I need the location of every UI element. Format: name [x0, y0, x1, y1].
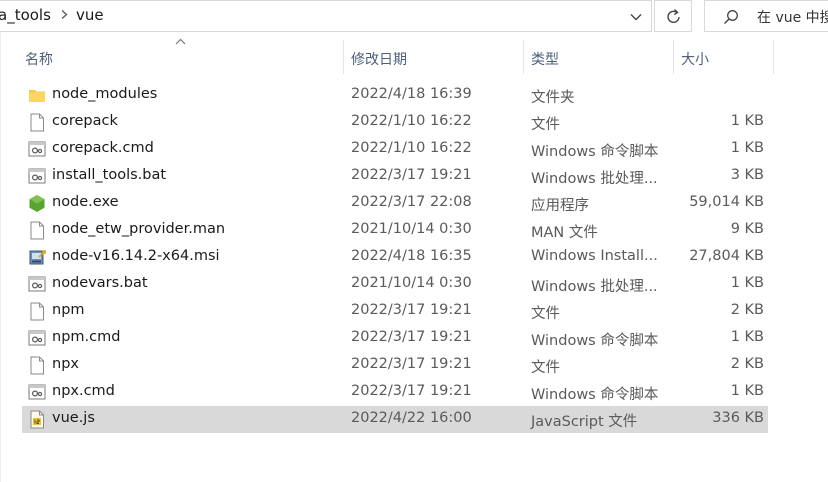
file-date: 2022/3/17 19:21 [351, 329, 472, 345]
column-header-size-label: 大小 [681, 52, 709, 68]
file-row[interactable]: vue.js 2022/4/22 16:00 JavaScript 文件 336 KB [22, 406, 768, 433]
breadcrumb-vue[interactable]: vue [76, 6, 104, 24]
file-date: 2022/1/10 16:22 [351, 140, 472, 156]
file-row[interactable]: npm 2022/3/17 19:21 文件 2 KB [22, 298, 768, 325]
file-name[interactable]: vue.js [52, 410, 95, 426]
file-size: 2 KB [730, 356, 764, 372]
search-icon [724, 10, 738, 24]
column-header-date[interactable]: 修改日期 [344, 40, 523, 74]
file-type: 文件夹 [531, 90, 575, 106]
file-icon [28, 302, 46, 321]
refresh-icon [667, 8, 680, 23]
file-name[interactable]: npx [52, 356, 79, 372]
file-date: 2021/10/14 0:30 [351, 275, 472, 291]
column-header-type-label: 类型 [531, 52, 559, 68]
file-size: 1 KB [730, 275, 764, 291]
file-row[interactable]: install_tools.bat 2022/3/17 19:21 Windows … [22, 163, 768, 190]
bat-file-icon [28, 275, 46, 294]
address-bar[interactable]: a_tools vue [0, 0, 652, 32]
file-row[interactable]: node_modules 2022/4/18 16:39 文件夹 [22, 82, 768, 109]
file-row[interactable]: npx.cmd 2022/3/17 19:21 Windows 命令脚本 1 KB [22, 379, 768, 406]
file-icon [28, 113, 46, 132]
file-type: 文件 [531, 117, 560, 133]
file-type: MAN 文件 [531, 225, 598, 241]
pane-border [0, 32, 1, 482]
file-date: 2022/4/22 16:00 [351, 410, 472, 426]
cmd-file-icon [28, 383, 46, 402]
file-size: 1 KB [730, 140, 764, 156]
file-type: 文件 [531, 306, 560, 322]
file-name[interactable]: nodevars.bat [52, 275, 148, 291]
file-size: 59,014 KB [689, 194, 764, 210]
sort-ascending-icon [175, 38, 186, 45]
column-header-name[interactable]: 名称 [22, 40, 344, 74]
file-row[interactable]: corepack.cmd 2022/1/10 16:22 Windows 命令脚本 1… [22, 136, 768, 163]
column-header-name-label: 名称 [25, 52, 53, 68]
file-date: 2022/3/17 19:21 [351, 383, 472, 399]
file-type: JavaScript 文件 [531, 414, 638, 430]
file-type: Windows 批处理... [531, 171, 658, 187]
search-box[interactable]: 在 vue 中搜 [704, 0, 828, 32]
file-size: 1 KB [730, 113, 764, 129]
file-date: 2022/3/17 22:08 [351, 194, 472, 210]
file-date: 2022/3/17 19:21 [351, 167, 472, 183]
node-exe-icon [28, 194, 46, 213]
file-size: 1 KB [730, 383, 764, 399]
file-type: Windows Install... [531, 248, 658, 264]
file-row[interactable]: corepack 2022/1/10 16:22 文件 1 KB [22, 109, 768, 136]
file-size: 2 KB [730, 302, 764, 318]
cmd-file-icon [28, 140, 46, 159]
search-input[interactable]: 在 vue 中搜 [757, 7, 828, 27]
file-date: 2021/10/14 0:30 [351, 221, 472, 237]
file-name[interactable]: corepack [52, 113, 118, 129]
file-type: Windows 批处理... [531, 279, 658, 295]
file-type: 文件 [531, 360, 560, 376]
column-header-type[interactable]: 类型 [524, 40, 673, 74]
file-date: 2022/1/10 16:22 [351, 113, 472, 129]
refresh-button[interactable] [654, 0, 692, 32]
file-name[interactable]: node-v16.14.2-x64.msi [52, 248, 220, 264]
file-size: 27,804 KB [689, 248, 764, 264]
file-row[interactable]: node_etw_provider.man 2021/10/14 0:30 MAN … [22, 217, 768, 244]
chevron-down-icon[interactable] [629, 10, 643, 24]
folder-icon [28, 86, 46, 105]
file-type: Windows 命令脚本 [531, 144, 659, 160]
file-name[interactable]: node.exe [52, 194, 119, 210]
chevron-right-icon[interactable] [60, 10, 69, 19]
column-header-size[interactable]: 大小 [674, 40, 773, 74]
file-date: 2022/3/17 19:21 [351, 302, 472, 318]
file-size: 1 KB [730, 329, 764, 345]
file-type: Windows 命令脚本 [531, 387, 659, 403]
file-date: 2022/4/18 16:35 [351, 248, 472, 264]
column-header-date-label: 修改日期 [351, 52, 407, 68]
file-row[interactable]: node.exe 2022/3/17 22:08 应用程序 59,014 KB [22, 190, 768, 217]
breadcrumb-a-tools[interactable]: a_tools [0, 6, 51, 24]
file-name[interactable]: corepack.cmd [52, 140, 154, 156]
file-size: 336 KB [712, 410, 764, 426]
file-row[interactable]: node-v16.14.2-x64.msi 2022/4/18 16:35 Wind… [22, 244, 768, 271]
file-date: 2022/4/18 16:39 [351, 86, 472, 102]
file-size: 9 KB [730, 221, 764, 237]
cmd-file-icon [28, 329, 46, 348]
file-row[interactable]: npx 2022/3/17 19:21 文件 2 KB [22, 352, 768, 379]
file-icon [28, 221, 46, 240]
file-name[interactable]: node_modules [52, 86, 157, 102]
column-divider[interactable] [773, 40, 774, 74]
file-type: 应用程序 [531, 198, 589, 214]
file-name[interactable]: install_tools.bat [52, 167, 166, 183]
file-icon [28, 356, 46, 375]
bat-file-icon [28, 167, 46, 186]
file-name[interactable]: npm.cmd [52, 329, 120, 345]
file-name[interactable]: npx.cmd [52, 383, 115, 399]
file-row[interactable]: nodevars.bat 2021/10/14 0:30 Windows 批处理..… [22, 271, 768, 298]
file-size: 3 KB [730, 167, 764, 183]
file-date: 2022/3/17 19:21 [351, 356, 472, 372]
file-name[interactable]: npm [52, 302, 85, 318]
file-row[interactable]: npm.cmd 2022/3/17 19:21 Windows 命令脚本 1 KB [22, 325, 768, 352]
msi-installer-icon [28, 248, 46, 267]
file-name[interactable]: node_etw_provider.man [52, 221, 225, 237]
js-file-icon [28, 410, 46, 429]
file-type: Windows 命令脚本 [531, 333, 659, 349]
